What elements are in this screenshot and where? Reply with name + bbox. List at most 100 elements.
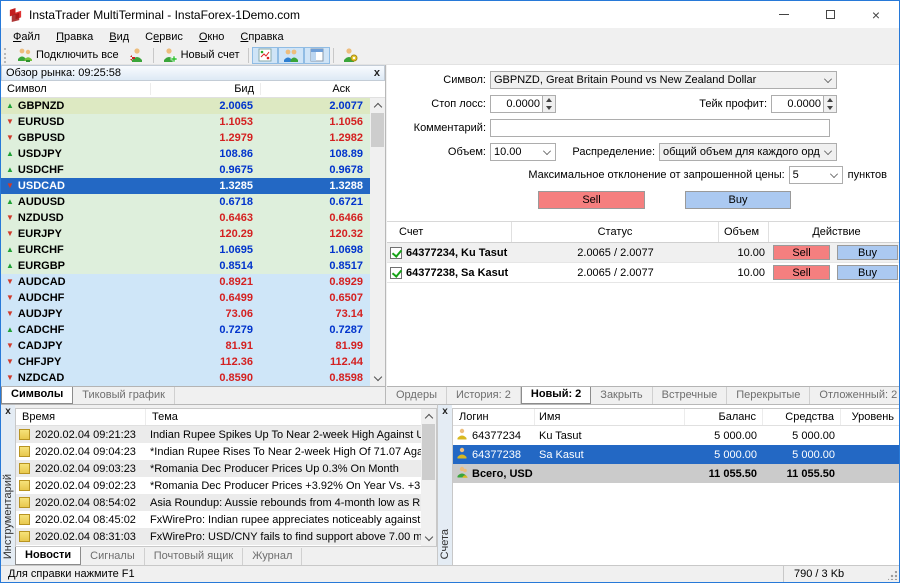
- market-row[interactable]: ▼GBPUSD1.29791.2982: [1, 130, 385, 146]
- account-row[interactable]: 64377238Sa Kasut5 000.005 000.00: [453, 445, 900, 464]
- distribution-select[interactable]: общий объем для каждого ордера: [659, 143, 837, 161]
- menu-item[interactable]: Окно: [191, 29, 233, 45]
- market-row[interactable]: ▲EURGBP0.85140.8517: [1, 258, 385, 274]
- row-buy-button[interactable]: Buy: [837, 265, 898, 280]
- market-row[interactable]: ▼NZDUSD0.64630.6466: [1, 210, 385, 226]
- market-row[interactable]: ▲GBPNZD2.00652.0077: [1, 98, 385, 114]
- news-row[interactable]: 2020.02.04 09:03:23*Romania Dec Producer…: [16, 460, 436, 477]
- col-volume[interactable]: Объем: [719, 222, 769, 242]
- orders-tab[interactable]: Встречные: [653, 387, 728, 404]
- menu-item[interactable]: Вид: [101, 29, 137, 45]
- account-settings-button[interactable]: [337, 47, 363, 64]
- scroll-down-icon[interactable]: [421, 531, 436, 546]
- market-row[interactable]: ▼CHFJPY112.36112.44: [1, 354, 385, 370]
- menu-item[interactable]: Правка: [48, 29, 101, 45]
- news-row[interactable]: 2020.02.04 09:04:23*Indian Rupee Rises T…: [16, 443, 436, 460]
- maximize-button[interactable]: [807, 1, 853, 28]
- market-row[interactable]: ▼USDCAD1.32851.3288: [1, 178, 385, 194]
- symbol-select[interactable]: GBPNZD, Great Britain Pound vs New Zeala…: [490, 71, 837, 89]
- orders-tab[interactable]: Новый: 2: [521, 386, 591, 404]
- orders-tab[interactable]: Закрыть: [591, 387, 652, 404]
- market-watch-close-icon[interactable]: x: [374, 68, 380, 79]
- col-bid[interactable]: Бид: [151, 83, 261, 95]
- col-login[interactable]: Логин: [453, 409, 535, 425]
- connect-all-button[interactable]: Подключить все: [12, 47, 124, 64]
- minimize-button[interactable]: [761, 1, 807, 28]
- col-topic[interactable]: Тема: [146, 409, 421, 425]
- market-row[interactable]: ▼EURJPY120.29120.32: [1, 226, 385, 242]
- toolbar-grip[interactable]: [4, 48, 9, 63]
- market-watch-tab[interactable]: Символы: [1, 386, 73, 404]
- spin-up-icon[interactable]: [543, 96, 555, 104]
- orders-tab[interactable]: Перекрытые: [727, 387, 810, 404]
- scroll-up-icon[interactable]: [421, 409, 436, 424]
- col-balance[interactable]: Баланс: [685, 409, 763, 425]
- disconnect-all-button[interactable]: [124, 47, 150, 64]
- news-row[interactable]: 2020.02.04 08:54:02Asia Roundup: Aussie …: [16, 494, 436, 511]
- market-row[interactable]: ▲AUDUSD0.67180.6721: [1, 194, 385, 210]
- row-sell-button[interactable]: Sell: [773, 265, 830, 280]
- sell-button[interactable]: Sell: [538, 191, 645, 209]
- close-button[interactable]: ×: [853, 1, 899, 28]
- market-watch-tab[interactable]: Тиковый график: [73, 387, 175, 404]
- market-row[interactable]: ▲USDCHF0.96750.9678: [1, 162, 385, 178]
- accounts-close-icon[interactable]: x: [442, 407, 448, 417]
- market-row[interactable]: ▲USDJPY108.86108.89: [1, 146, 385, 162]
- account-checkbox[interactable]: [390, 267, 402, 279]
- news-row[interactable]: 2020.02.04 08:45:02FxWirePro: Indian rup…: [16, 511, 436, 528]
- market-row[interactable]: ▲EURCHF1.06951.0698: [1, 242, 385, 258]
- account-row[interactable]: 64377234Ku Tasut5 000.005 000.00: [453, 426, 900, 445]
- col-level[interactable]: Уровень: [841, 409, 900, 425]
- scroll-thumb[interactable]: [371, 113, 384, 147]
- comment-input[interactable]: [490, 119, 830, 137]
- menu-item[interactable]: Файл: [5, 29, 48, 45]
- orders-tab[interactable]: История: 2: [447, 387, 521, 404]
- row-buy-button[interactable]: Buy: [837, 245, 898, 260]
- toggle-layout-button[interactable]: [304, 47, 330, 64]
- news-row[interactable]: 2020.02.04 09:21:23Indian Rupee Spikes U…: [16, 426, 436, 443]
- order-row[interactable]: 64377238, Sa Kasut2.0065 / 2.007710.00Se…: [387, 263, 900, 283]
- col-symbol[interactable]: Символ: [1, 83, 151, 95]
- volume-select[interactable]: 10.00: [490, 143, 556, 161]
- news-row[interactable]: 2020.02.04 09:02:23*Romania Dec Producer…: [16, 477, 436, 494]
- toggle-market-watch-button[interactable]: [252, 47, 278, 64]
- spin-up-icon[interactable]: [824, 96, 836, 104]
- col-account[interactable]: Счет: [387, 222, 512, 242]
- market-row[interactable]: ▼AUDCAD0.89210.8929: [1, 274, 385, 290]
- news-tab[interactable]: Почтовый ящик: [145, 548, 243, 565]
- toolbox-close-icon[interactable]: x: [5, 407, 11, 417]
- market-row[interactable]: ▼NZDCAD0.85900.8598: [1, 370, 385, 386]
- scroll-up-icon[interactable]: [370, 98, 385, 113]
- new-account-button[interactable]: Новый счет: [157, 47, 245, 64]
- col-ask[interactable]: Аск: [261, 83, 356, 95]
- market-row[interactable]: ▲CADCHF0.72790.7287: [1, 322, 385, 338]
- col-time[interactable]: Время: [16, 409, 146, 425]
- orders-tab[interactable]: Ордеры: [387, 387, 447, 404]
- market-row[interactable]: ▼CADJPY81.9181.99: [1, 338, 385, 354]
- market-row[interactable]: ▼EURUSD1.10531.1056: [1, 114, 385, 130]
- market-row[interactable]: ▼AUDJPY73.0673.14: [1, 306, 385, 322]
- market-watch-scrollbar[interactable]: [370, 98, 385, 386]
- account-checkbox[interactable]: [390, 247, 402, 259]
- scroll-thumb[interactable]: [422, 424, 435, 480]
- menu-item[interactable]: Сервис: [137, 29, 191, 45]
- news-tab[interactable]: Новости: [15, 547, 81, 565]
- col-name[interactable]: Имя: [535, 409, 685, 425]
- news-scrollbar[interactable]: [421, 409, 436, 546]
- news-row[interactable]: 2020.02.04 08:31:03FxWirePro: USD/CNY fa…: [16, 528, 436, 545]
- order-row[interactable]: 64377234, Ku Tasut2.0065 / 2.007710.00Se…: [387, 243, 900, 263]
- col-equity[interactable]: Средства: [763, 409, 841, 425]
- col-action[interactable]: Действие: [769, 222, 900, 242]
- market-row[interactable]: ▼AUDCHF0.64990.6507: [1, 290, 385, 306]
- news-tab[interactable]: Журнал: [243, 548, 302, 565]
- orders-tab[interactable]: Отложенный: 2: [810, 387, 900, 404]
- resize-grip[interactable]: [888, 571, 897, 580]
- account-row[interactable]: Всего, USD11 055.5011 055.50: [453, 464, 900, 483]
- deviation-select[interactable]: 5: [789, 166, 843, 184]
- stop-loss-input[interactable]: [491, 96, 542, 112]
- col-status[interactable]: Статус: [512, 222, 719, 242]
- buy-button[interactable]: Buy: [685, 191, 791, 209]
- spin-down-icon[interactable]: [824, 104, 836, 112]
- toggle-accounts-button[interactable]: [278, 47, 304, 64]
- news-tab[interactable]: Сигналы: [81, 548, 145, 565]
